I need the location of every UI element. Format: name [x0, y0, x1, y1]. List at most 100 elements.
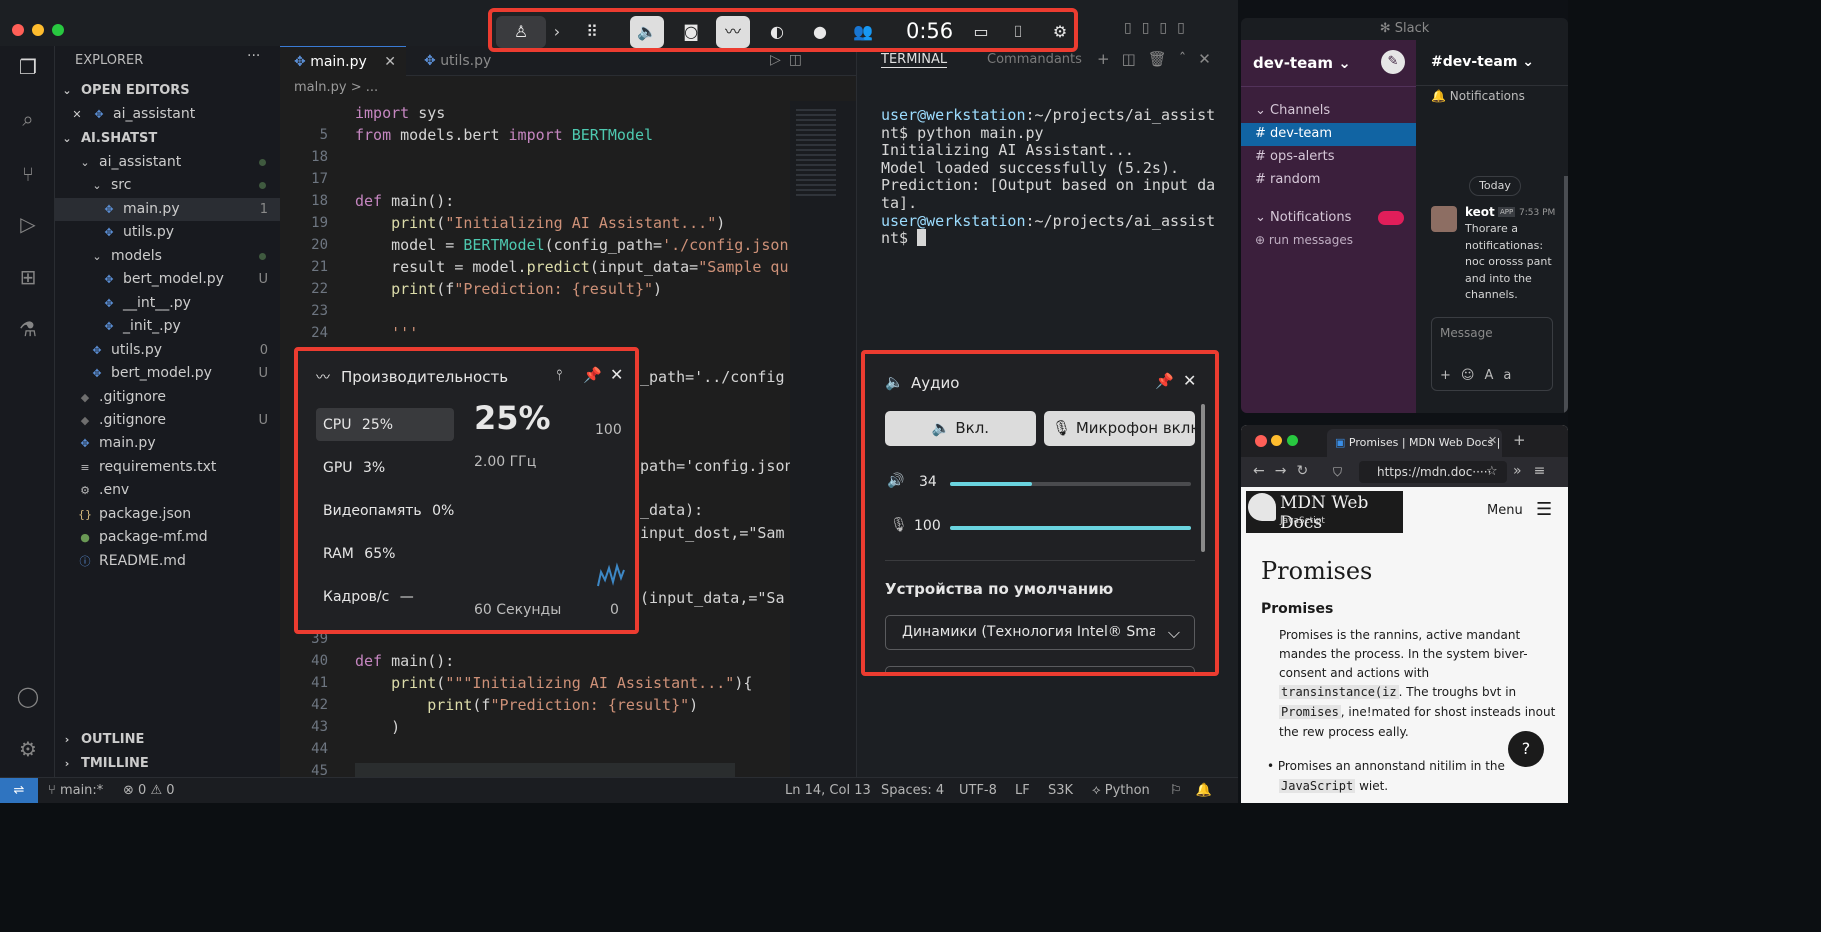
url-bar[interactable]: https://mdn.doc·····	[1359, 461, 1507, 483]
terminal-tab[interactable]: TERMINAL	[881, 52, 948, 68]
widget-menu-icon[interactable]: ♙	[496, 16, 546, 48]
menu-button[interactable]: Menu	[1487, 503, 1523, 518]
eol-status[interactable]: LF	[1015, 783, 1030, 798]
social-icon[interactable]: 👥	[846, 16, 880, 48]
tips-icon[interactable]: ●	[803, 16, 837, 48]
close-icon[interactable]: ✕	[610, 365, 623, 384]
close-icon[interactable]: ✕	[69, 103, 85, 126]
hamburger-icon[interactable]: ☰	[1536, 499, 1552, 520]
message-author[interactable]: keot	[1465, 205, 1495, 219]
mouse-icon[interactable]: ⌷	[1001, 16, 1035, 48]
branch-status[interactable]: ⑂ main:*	[48, 783, 103, 798]
close-icon[interactable]: ✕	[1183, 371, 1196, 390]
cursor-position[interactable]: Ln 14, Col 13	[785, 783, 871, 798]
avatar[interactable]	[1431, 206, 1457, 232]
tree-item[interactable]: ⚙ .env	[55, 479, 280, 502]
channel-item[interactable]: # dev-team	[1255, 126, 1332, 141]
mdn-logo[interactable]: MDN Web Docs JavaSctipt	[1246, 491, 1403, 533]
tree-item[interactable]: ✥ main.py	[55, 432, 280, 455]
code-line[interactable]: print(f"Prediction: {result}")	[355, 280, 662, 298]
code-line[interactable]: '''	[355, 324, 418, 342]
chevron-down-icon[interactable]: ⌵	[1155, 617, 1193, 648]
device-dropdown-2[interactable]	[885, 666, 1195, 672]
source-control-icon[interactable]: ⑂	[15, 161, 41, 187]
tree-item[interactable]: {} package.json	[55, 503, 280, 526]
code-line[interactable]: model = BERTModel(config_path='./config.…	[355, 236, 788, 254]
code-line[interactable]: def main():	[355, 652, 454, 670]
open-editor-item[interactable]: ✕ ✥ ai_assistant	[55, 103, 280, 126]
channel-header[interactable]: #dev-team ⌄	[1431, 54, 1534, 70]
extensions-icon[interactable]: ⊞	[15, 264, 41, 290]
tree-item[interactable]: ⓘ README.md	[55, 550, 280, 573]
tree-item[interactable]: ⌄ src	[55, 174, 280, 197]
message-input[interactable]: Message	[1440, 326, 1493, 340]
tree-item[interactable]: ◆ .gitignore	[55, 386, 280, 409]
pin-icon[interactable]: 📌	[583, 366, 602, 384]
edge-icon[interactable]: ◐	[760, 16, 794, 48]
tree-item[interactable]: ✥ utils.py	[55, 221, 280, 244]
tree-item[interactable]: ✥ __int__.py	[55, 292, 280, 315]
minimize-window-button[interactable]	[1271, 435, 1282, 446]
tree-item[interactable]: ✥ utils.py 0	[55, 339, 280, 362]
tree-item[interactable]: ✥ bert_model.py U	[55, 362, 280, 385]
breadcrumb[interactable]: maln.py > ...	[280, 77, 856, 99]
perf-metric-row[interactable]: Видеопамять 0%	[323, 503, 454, 519]
speaker-toggle-button[interactable]: 🔈 Вкл.	[885, 411, 1036, 446]
files-icon[interactable]: ❐	[15, 54, 41, 80]
options-icon[interactable]: ⫯	[556, 366, 563, 384]
tree-item[interactable]: ≡ requirements.txt	[55, 456, 280, 479]
code-line[interactable]: print("""Initializing AI Assistant..."){	[355, 674, 752, 692]
scrollbar[interactable]	[1564, 176, 1568, 413]
minimize-window-button[interactable]	[32, 24, 44, 36]
terminal-actions[interactable]: +◫🗑ˆ✕	[1097, 50, 1223, 68]
code-fragment[interactable]: input_dost,="Sam	[640, 524, 785, 542]
scrollbar[interactable]	[1201, 404, 1205, 552]
problems-status[interactable]: ⊗ 0 ⚠ 0	[123, 783, 175, 798]
compose-icon[interactable]: ✎	[1381, 50, 1405, 74]
open-editors-section[interactable]: ⌄ OPEN EDITORS	[55, 79, 280, 102]
tab-main-py[interactable]: ✥ main.py ✕	[280, 46, 406, 76]
code-line[interactable]: import sys	[355, 104, 445, 122]
code-fragment[interactable]: _path='../config	[640, 368, 785, 386]
perf-metric-row[interactable]: CPU 25%	[323, 417, 393, 433]
maximize-window-button[interactable]	[52, 24, 64, 36]
code-line[interactable]: print("Initializing AI Assistant...")	[355, 214, 725, 232]
workspace-name[interactable]: dev-team ⌄	[1253, 54, 1351, 72]
device-dropdown[interactable]: Динамики (Технология Intel® Smar	[885, 615, 1195, 650]
tree-item[interactable]: ⌄ models	[55, 245, 280, 268]
editor-actions[interactable]: ▷◫	[770, 52, 810, 68]
encoding-status[interactable]: UTF-8	[959, 783, 997, 798]
capture-icon[interactable]: ◙	[674, 16, 708, 48]
perf-metric-row[interactable]: GPU 3%	[323, 460, 385, 476]
code-line[interactable]: result = model.predict(input_data="Sampl…	[355, 258, 788, 276]
tree-item[interactable]: ✥ _init_.py	[55, 315, 280, 338]
code-line[interactable]: from models.bert import BERTModel	[355, 126, 653, 144]
close-window-button[interactable]	[12, 24, 24, 36]
notifications-section[interactable]: ⌄ Notifications	[1255, 210, 1351, 225]
outline-section[interactable]: › OUTLINE	[55, 728, 280, 751]
battery-icon[interactable]: ▭	[964, 16, 998, 48]
close-tab-icon[interactable]: ✕	[1488, 434, 1497, 447]
project-section[interactable]: ⌄ AI.SHATST	[55, 127, 280, 150]
commands-tab[interactable]: Commandants	[987, 52, 1082, 67]
help-button[interactable]: ?	[1508, 731, 1544, 767]
indent-status[interactable]: Spaces: 4	[881, 783, 944, 798]
toolbar-overflow[interactable]: »≡	[1513, 463, 1557, 479]
audio-icon[interactable]: 🔈	[630, 16, 664, 48]
account-icon[interactable]: ◯	[15, 683, 41, 709]
pin-icon[interactable]: 📌	[1155, 372, 1174, 390]
nav-buttons[interactable]: ←→↻	[1253, 463, 1318, 479]
status-icons[interactable]: ⚐🔔	[1170, 783, 1226, 798]
manage-gear-icon[interactable]: ⚙	[15, 736, 41, 762]
settings-icon[interactable]: ⚙	[1043, 16, 1077, 48]
composer-tools[interactable]: +☺Aa	[1440, 368, 1521, 383]
widgets-grid-icon[interactable]: ⠿	[575, 16, 609, 48]
channels-section[interactable]: ⌄ Channels	[1255, 103, 1330, 118]
tree-item[interactable]: ◆ .gitignore U	[55, 409, 280, 432]
browser-tab[interactable]: ▣ Promises | MDN Web Docs |	[1327, 429, 1502, 457]
close-tab-icon[interactable]: ✕	[384, 47, 396, 77]
more-actions-icon[interactable]: ···	[247, 48, 260, 64]
volume-slider[interactable]	[950, 482, 1191, 486]
run-debug-icon[interactable]: ▷	[15, 211, 41, 237]
shield-icon[interactable]: ⛉	[1333, 465, 1342, 480]
